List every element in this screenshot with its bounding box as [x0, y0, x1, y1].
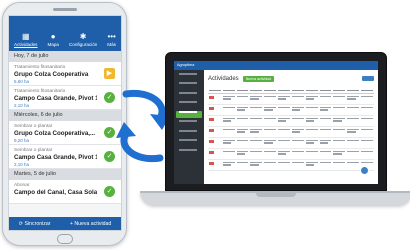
- nav-tab-label: Mapa: [47, 42, 59, 47]
- web-app-screen: Agroptima Actividades Nueva actividad: [174, 61, 378, 184]
- web-topbar: [204, 61, 378, 70]
- activity-item[interactable]: Tratamiento fitosanitario Campo Casa Gra…: [9, 86, 121, 110]
- sync-icon: ⟳: [18, 220, 24, 227]
- laptop-mockup: Agroptima Actividades Nueva actividad: [165, 52, 387, 191]
- table-row[interactable]: [208, 115, 374, 127]
- sidebar-item[interactable]: [176, 120, 202, 127]
- activity-item[interactable]: Tratamiento fitosanitario Grupo Colza Co…: [9, 62, 121, 86]
- nav-tab-map[interactable]: ● Mapa: [47, 32, 59, 48]
- activity-item[interactable]: Sembrar o plantar Campo Casa Grande, Piv…: [9, 145, 121, 169]
- web-main-content: Actividades Nueva actividad: [208, 73, 374, 180]
- nav-tab-label: Más: [107, 42, 116, 47]
- page-title: Actividades: [208, 75, 239, 82]
- sidebar-item[interactable]: [176, 101, 202, 108]
- sidebar-item[interactable]: [176, 91, 202, 99]
- activity-area: 2,10 ha: [14, 162, 30, 167]
- filter-button[interactable]: [362, 76, 374, 81]
- sync-label: Sincronizar: [24, 220, 51, 227]
- sidebar-item[interactable]: [176, 139, 202, 146]
- new-activity-button[interactable]: + Nueva actividad: [70, 221, 111, 227]
- more-icon: •••: [107, 32, 116, 41]
- sidebar-item[interactable]: [176, 148, 202, 156]
- nav-tab-label: Configuración: [68, 42, 98, 47]
- table-row[interactable]: [208, 159, 374, 171]
- day-header: Hoy, 7 de julio: [9, 51, 121, 62]
- sidebar-item[interactable]: [176, 72, 202, 80]
- mobile-nav-bar: ▦ Actividades ● Mapa ✱ Configuración •••…: [9, 16, 121, 51]
- activity-field: Grupo Colza Cooperativa: [14, 71, 89, 78]
- calendar-icon: ▦: [21, 32, 30, 41]
- day-header: Miércoles, 6 de julio: [9, 110, 121, 121]
- activity-area: 9,20 ha: [14, 138, 30, 143]
- nav-tab-activities[interactable]: ▦ Actividades: [14, 32, 38, 48]
- activity-field: Campo Casa Grande, Pivot 1: [14, 95, 97, 102]
- table-row[interactable]: [208, 148, 374, 160]
- nav-tab-label: Actividades: [13, 42, 38, 47]
- sidebar-item[interactable]: [176, 129, 202, 137]
- table-row[interactable]: [208, 93, 374, 105]
- map-pin-icon: ●: [50, 32, 56, 41]
- laptop-base: [140, 191, 410, 205]
- table-row[interactable]: [208, 137, 374, 149]
- phone-mockup: ▦ Actividades ● Mapa ✱ Configuración •••…: [2, 2, 127, 246]
- nav-tab-settings[interactable]: ✱ Configuración: [69, 32, 97, 48]
- table-row[interactable]: [208, 126, 374, 138]
- nav-tab-more[interactable]: ••• Más: [107, 32, 116, 48]
- web-sidebar: Agroptima: [174, 61, 204, 184]
- new-activity-button[interactable]: Nueva actividad: [242, 75, 275, 82]
- activities-table: [208, 88, 374, 171]
- sidebar-item[interactable]: [176, 82, 202, 89]
- mobile-footer: ⟳ Sincronizar + Nueva actividad: [9, 217, 121, 230]
- chat-button[interactable]: [360, 166, 369, 175]
- phone-speaker: [53, 8, 77, 11]
- activity-area: 5,60 ha: [14, 79, 30, 84]
- web-title-row: Actividades Nueva actividad: [208, 73, 374, 84]
- activity-area: 2,10 ha: [14, 103, 30, 108]
- phone-home-button: [57, 234, 73, 244]
- activity-field: Campo Casa Grande, Pivot 1: [14, 154, 97, 161]
- sidebar-item-activities[interactable]: [176, 110, 202, 118]
- check-icon: ✓: [104, 186, 115, 197]
- table-row[interactable]: [208, 104, 374, 116]
- day-header: Martes, 5 de julio: [9, 169, 121, 180]
- mobile-app-screen: ▦ Actividades ● Mapa ✱ Configuración •••…: [8, 15, 122, 231]
- sync-button[interactable]: ⟳ Sincronizar: [19, 221, 51, 227]
- web-brand: Agroptima: [174, 61, 204, 70]
- activity-field: Grupo Colza Cooperativa,...: [14, 130, 96, 137]
- activity-item[interactable]: Sembrar o plantar Grupo Colza Cooperativ…: [9, 121, 121, 145]
- activity-field: Campo del Canal, Casa Solana: [14, 189, 97, 196]
- play-icon[interactable]: ▶: [104, 68, 115, 79]
- activity-item[interactable]: Abonar Campo del Canal, Casa Solana ✓: [9, 180, 121, 204]
- laptop-notch: [256, 193, 296, 197]
- gear-icon: ✱: [79, 32, 87, 41]
